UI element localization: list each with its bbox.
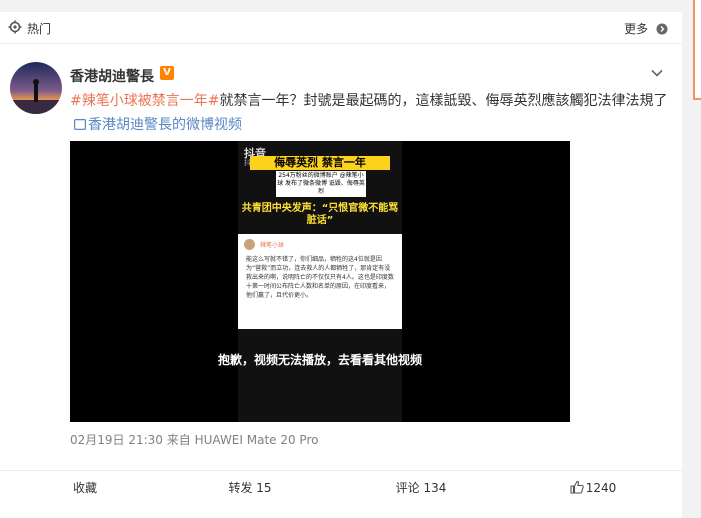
video-banner-title: 侮辱英烈 禁言一年 (250, 156, 390, 170)
post-meta: 02月19日 21:30 来自 HUAWEI Mate 20 Pro (70, 431, 318, 448)
avatar (244, 239, 255, 250)
like-button[interactable]: 1240 (508, 471, 678, 505)
chevron-right-icon (656, 23, 668, 35)
avatar[interactable] (10, 62, 62, 114)
video-player[interactable]: 抖音 抖音号 侮辱英烈 禁言一年 254万粉丝的微博账户 @辣笔小球 发布了微条… (70, 141, 570, 422)
repost-button[interactable]: 转发 15 (165, 471, 335, 505)
more-label: 更多 (624, 22, 649, 36)
video-icon (74, 119, 86, 130)
favorite-button[interactable]: 收藏 (0, 471, 170, 505)
video-banner-sub: 254万粉丝的微博账户 @辣笔小球 发布了微条微博 诋毁、侮辱英烈 (276, 171, 366, 197)
weibo-post-card: 香港胡迪警長 V #辣笔小球被禁言一年#就禁言一年？封號是最起碼的，這樣詆毀、侮… (0, 44, 682, 518)
repost-label: 转发 15 (228, 481, 272, 495)
gear-icon (8, 20, 22, 34)
hot-label: 热门 (27, 22, 52, 36)
side-panel-edge (693, 0, 701, 100)
thumbs-up-icon (570, 480, 584, 494)
embedded-weibo-screenshot: 辣笔小球 能这么写就不错了，你们细品，牺牲的这4位就是因为“营救”而立功，连去救… (238, 234, 402, 329)
post-text: 就禁言一年？封號是最起碼的，這樣詆毀、侮辱英烈應該觸犯法律法規了 (219, 93, 668, 109)
chevron-down-icon[interactable] (650, 66, 664, 80)
video-link[interactable]: 香港胡迪警長的微博视频 (70, 117, 242, 133)
embedded-username: 辣笔小球 (260, 242, 285, 249)
username[interactable]: 香港胡迪警長 (70, 66, 154, 86)
action-bar: 收藏 转发 15 评论 134 1240 (0, 470, 682, 504)
comment-button[interactable]: 评论 134 (336, 471, 506, 505)
video-headline: 共青团中央发声：“只恨官微不能骂脏话” (241, 203, 399, 226)
comment-label: 评论 134 (395, 481, 447, 495)
embedded-text: 能这么写就不错了，你们细品，牺牲的这4位就是因为“营救”而立功，连去救人的人都牺… (246, 256, 394, 299)
topic-link[interactable]: #辣笔小球被禁言一年# (70, 93, 219, 109)
timestamp[interactable]: 02月19日 21:30 (70, 433, 163, 447)
video-error-message: 抱歉，视频无法播放，去看看其他视频 (217, 353, 422, 367)
favorite-label: 收藏 (72, 481, 97, 495)
post-content: #辣笔小球被禁言一年#就禁言一年？封號是最起碼的，這樣詆毀、侮辱英烈應該觸犯法律… (70, 89, 670, 137)
like-count: 1240 (585, 481, 617, 495)
hot-header: 热门 更多 (0, 12, 682, 44)
vip-badge: V (160, 66, 174, 80)
video-frame: 抖音 抖音号 侮辱英烈 禁言一年 254万粉丝的微博账户 @辣笔小球 发布了微条… (238, 141, 402, 422)
video-link-label: 香港胡迪警長的微博视频 (88, 117, 242, 133)
post-source: 来自 HUAWEI Mate 20 Pro (166, 433, 319, 447)
more-link[interactable]: 更多 (624, 20, 668, 37)
